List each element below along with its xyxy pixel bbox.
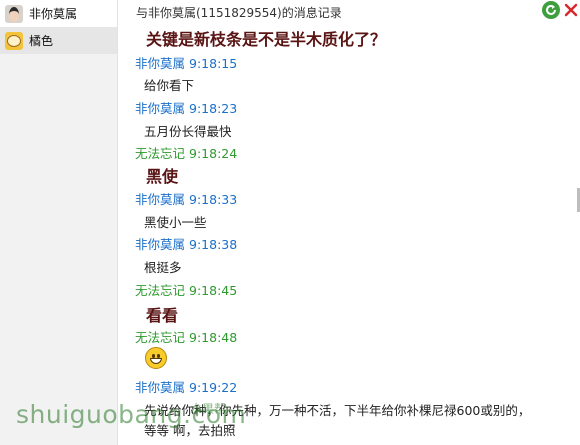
message-time: 9:18:23 (189, 101, 238, 116)
message-header: 非你莫属 9:18:23 (135, 98, 237, 117)
sender-name: 无法忘记 (135, 146, 186, 161)
message-header: 非你莫属 9:18:15 (135, 53, 237, 72)
history-toolbar: 与非你莫属(1151829554)的消息记录 (118, 0, 580, 22)
message-text: 黑使 (146, 167, 179, 186)
message-body: 黑使小一些 (135, 212, 207, 231)
sender-name: 非你莫属 (135, 237, 186, 252)
message-text: 先说给你种，你先种，万一种不活，下半年给你补棵尼禄600或别的， (144, 403, 531, 418)
message-time: 9:18:38 (189, 237, 238, 252)
message-body: 先说给你种，你先种，万一种不活，下半年给你补棵尼禄600或别的， (135, 400, 530, 419)
message-header: 非你莫属 9:18:38 (135, 234, 237, 253)
contact-name: 非你莫属 (29, 7, 78, 21)
history-title: 与非你莫属(1151829554)的消息记录 (136, 6, 342, 20)
message-text: 根挺多 (144, 260, 182, 275)
person-avatar (5, 4, 23, 23)
message-time: 9:19:22 (189, 380, 238, 395)
message-body: 等等 啊，去拍照 (135, 420, 235, 439)
message-text: 给你看下 (144, 78, 195, 93)
close-button[interactable] (562, 1, 580, 19)
message-header: 无法忘记 9:18:48 (135, 327, 237, 346)
message-header: 非你莫属 9:18:33 (135, 189, 237, 208)
message-time: 9:18:45 (189, 283, 238, 298)
message-body-emoji (135, 347, 167, 372)
message-list: 关键是新枝条是不是半木质化了？ 非你莫属 9:18:15 给你看下 非你莫属 9:18:2… (118, 22, 580, 445)
message-text: 黑使小一些 (144, 215, 207, 230)
message-text: 五月份长得最快 (144, 124, 232, 139)
message-header: 无法忘记 9:18:24 (135, 143, 237, 162)
sender-name: 非你莫属 (135, 192, 186, 207)
message-time: 9:18:24 (189, 146, 238, 161)
grin-emoji (145, 347, 167, 369)
sender-name: 无法忘记 (135, 283, 186, 298)
sender-name: 非你莫属 (135, 380, 186, 395)
message-time: 9:18:15 (189, 56, 238, 71)
message-body-large: 看看 (141, 302, 178, 326)
message-text: 关键是新枝条是不是半木质化了？ (146, 30, 387, 49)
message-body-large: 黑使 (141, 163, 178, 187)
message-body: 根挺多 (135, 257, 182, 276)
sender-name: 非你莫属 (135, 101, 186, 116)
close-icon (564, 3, 578, 17)
sender-name: 非你莫属 (135, 56, 186, 71)
message-body-large: 关键是新枝条是不是半木质化了？ (141, 26, 386, 50)
sender-name: 无法忘记 (135, 330, 186, 345)
message-text: 看看 (146, 306, 179, 325)
refresh-button[interactable] (542, 1, 560, 19)
message-history-panel: 与非你莫属(1151829554)的消息记录 关键是新枝条是不是半木质化了？ 非你… (118, 0, 580, 445)
message-body: 五月份长得最快 (135, 121, 232, 140)
message-header: 无法忘记 9:18:45 (135, 280, 237, 299)
contact-sidebar: 非你莫属 橘色 (0, 0, 118, 445)
refresh-icon (546, 4, 556, 15)
animal-avatar (5, 31, 23, 50)
message-body: 给你看下 (135, 75, 194, 94)
contact-item[interactable]: 非你莫属 (0, 0, 117, 27)
contact-item[interactable]: 橘色 (0, 27, 117, 54)
message-text: 等等 啊，去拍照 (144, 423, 236, 438)
contact-name: 橘色 (29, 34, 54, 48)
message-header: 非你莫属 9:19:22 (135, 377, 237, 396)
message-time: 9:18:48 (189, 330, 238, 345)
message-time: 9:18:33 (189, 192, 238, 207)
